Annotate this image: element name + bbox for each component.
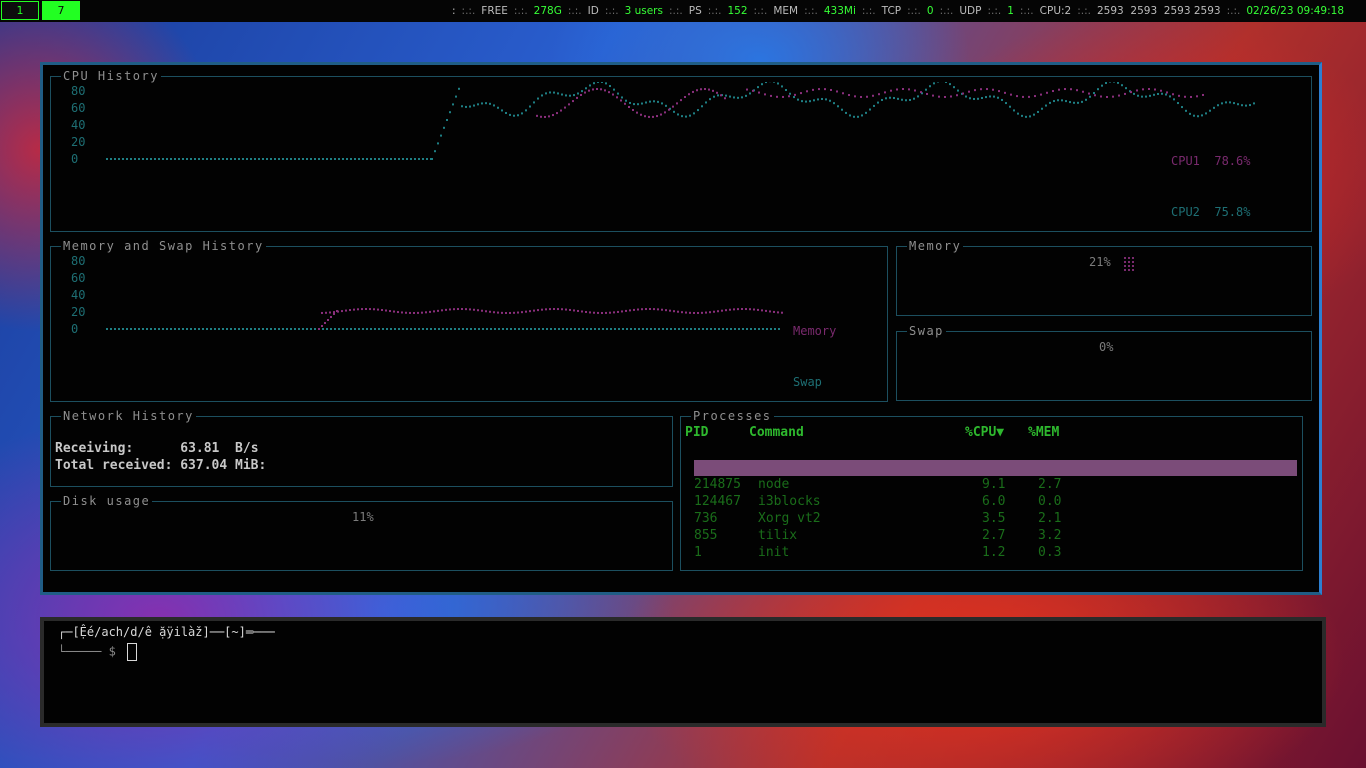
processes-title: Processes	[691, 409, 774, 423]
mem-label: MEM	[773, 5, 799, 17]
tcp-value: 0	[926, 5, 934, 17]
cpu-history-graph	[106, 82, 1255, 160]
id-value: 3 users	[624, 5, 663, 17]
cpu-y-tick: 80	[71, 84, 86, 98]
free-value: 278G	[533, 5, 562, 17]
id-label: ID	[587, 5, 599, 17]
top-bar: 1 7 : :.:. FREE :.:. 278G :.:. ID :.:. 3…	[0, 0, 1366, 22]
process-mem: 0.3	[1038, 545, 1062, 560]
process-command: i3blocks	[758, 494, 821, 509]
pid-column-header[interactable]: PID	[685, 425, 708, 440]
mem-column-header[interactable]: %MEM	[1028, 425, 1059, 440]
workspace-button-7[interactable]: 7	[42, 1, 80, 20]
memory-history-graph	[106, 308, 783, 330]
mem-legend: Memory Swap	[793, 289, 836, 425]
mem-y-tick: 20	[71, 305, 86, 319]
cpu-column-header[interactable]: %CPU▼	[965, 425, 1004, 440]
cpu1-legend: CPU1 78.6%	[1171, 154, 1251, 168]
process-cpu: 1.2	[982, 545, 1006, 560]
cpu2-legend: CPU2 75.8%	[1171, 205, 1251, 219]
cpu-label: CPU:2	[1039, 5, 1072, 17]
process-cpu: 6.0	[982, 494, 1006, 509]
btop-window[interactable]: CPU History 80 60 40 20 0 CPU1 78.6% CPU…	[40, 62, 1322, 595]
mem-y-tick: 40	[71, 288, 86, 302]
workspace-button-1[interactable]: 1	[1, 1, 39, 20]
cpu-y-tick: 0	[71, 152, 79, 166]
memory-meter-icon	[1124, 257, 1134, 271]
process-cpu: 3.5	[982, 511, 1006, 526]
receiving-row: Receiving: 63.81 B/s	[55, 441, 259, 456]
process-pid: 855	[694, 528, 718, 543]
prompt-line-1: ┌─[Ệé/ach/d/ê ặÿilàž]──[~]═───	[58, 625, 275, 639]
process-mem: 3.2	[1038, 528, 1062, 543]
mem-history-title: Memory and Swap History	[61, 239, 266, 253]
processes-box[interactable]: Processes PID Command %CPU▼ %MEM 214875 …	[680, 409, 1303, 571]
process-mem: 0.0	[1038, 494, 1062, 509]
swap-title: Swap	[907, 324, 946, 338]
text-cursor[interactable]	[127, 643, 138, 661]
prompt-line-2: └───── $	[58, 643, 138, 661]
process-command: node	[758, 477, 790, 492]
datetime: 02/26/23 09:49:18	[1246, 5, 1344, 17]
total-received-row: Total received: 637.04 MiB:	[55, 458, 266, 473]
disk-usage-title: Disk usage	[61, 494, 153, 508]
process-cpu: 2.7	[982, 528, 1006, 543]
process-pid: 124467	[694, 494, 741, 509]
terminal-window[interactable]: ┌─[Ệé/ach/d/ê ặÿilàž]──[~]═─── └───── $	[40, 617, 1326, 727]
network-history-title: Network History	[61, 409, 196, 423]
process-command: init	[758, 545, 790, 560]
free-label: FREE	[481, 5, 508, 17]
process-command: tilix	[758, 528, 798, 543]
command-column-header[interactable]: Command	[749, 425, 804, 440]
mem-y-tick: 80	[71, 254, 86, 268]
prompt-symbol: └───── $	[58, 644, 124, 659]
selected-process-highlight[interactable]	[694, 460, 1297, 476]
cpu-history-box: CPU History 80 60 40 20 0 CPU1 78.6% CPU…	[50, 69, 1312, 232]
ps-value: 152	[727, 5, 748, 17]
process-mem: 2.7	[1038, 477, 1062, 492]
ps-label: PS	[688, 5, 702, 17]
disk-percent: 11%	[352, 510, 374, 524]
process-command: Xorg vt2	[758, 511, 821, 526]
memory-box: Memory 21%	[896, 239, 1312, 316]
cpu-y-axis: 80 60 40 20 0	[71, 83, 85, 168]
cpu-history-title: CPU History	[61, 69, 161, 83]
disk-usage-box: Disk usage 11%	[50, 494, 673, 571]
swap-percent: 0%	[1099, 340, 1114, 354]
tcp-label: TCP	[881, 5, 902, 17]
swap-legend: Swap	[793, 375, 822, 389]
cpu-y-tick: 60	[71, 101, 86, 115]
process-cpu: 9.1	[982, 477, 1006, 492]
process-pid: 1	[694, 545, 702, 560]
receiving-label: Receiving:	[55, 441, 134, 456]
memory-percent: 21%	[1089, 255, 1111, 269]
process-pid: 214875	[694, 477, 741, 492]
total-received-label: Total received:	[55, 458, 173, 473]
process-mem: 2.1	[1038, 511, 1062, 526]
memory-swap-history-box: Memory and Swap History 80 60 40 20 0 Me…	[50, 239, 888, 402]
process-pid: 736	[694, 511, 718, 526]
swap-box: Swap 0%	[896, 324, 1312, 401]
network-history-box: Network History Receiving: 63.81 B/s Tot…	[50, 409, 673, 487]
mem-y-tick: 0	[71, 322, 79, 336]
receiving-value: 63.81 B/s	[180, 441, 259, 456]
status-lead: :	[451, 5, 456, 17]
cpu-legend: CPU1 78.6% CPU2 75.8%	[1171, 119, 1250, 255]
memory-legend: Memory	[793, 324, 837, 338]
udp-label: UDP	[959, 5, 982, 17]
status-bar: : :.:. FREE :.:. 278G :.:. ID :.:. 3 use…	[451, 5, 1344, 17]
mem-y-tick: 60	[71, 271, 86, 285]
memory-title: Memory	[907, 239, 964, 253]
mem-value: 433Mi	[823, 5, 856, 17]
total-received-value: 637.04 MiB:	[180, 458, 267, 473]
mem-y-axis: 80 60 40 20 0	[71, 253, 85, 338]
udp-value: 1	[1007, 5, 1014, 17]
cpu-y-tick: 40	[71, 118, 86, 132]
cpu-freqs: 2593 2593 2593 2593	[1097, 5, 1221, 17]
cpu-y-tick: 20	[71, 135, 86, 149]
